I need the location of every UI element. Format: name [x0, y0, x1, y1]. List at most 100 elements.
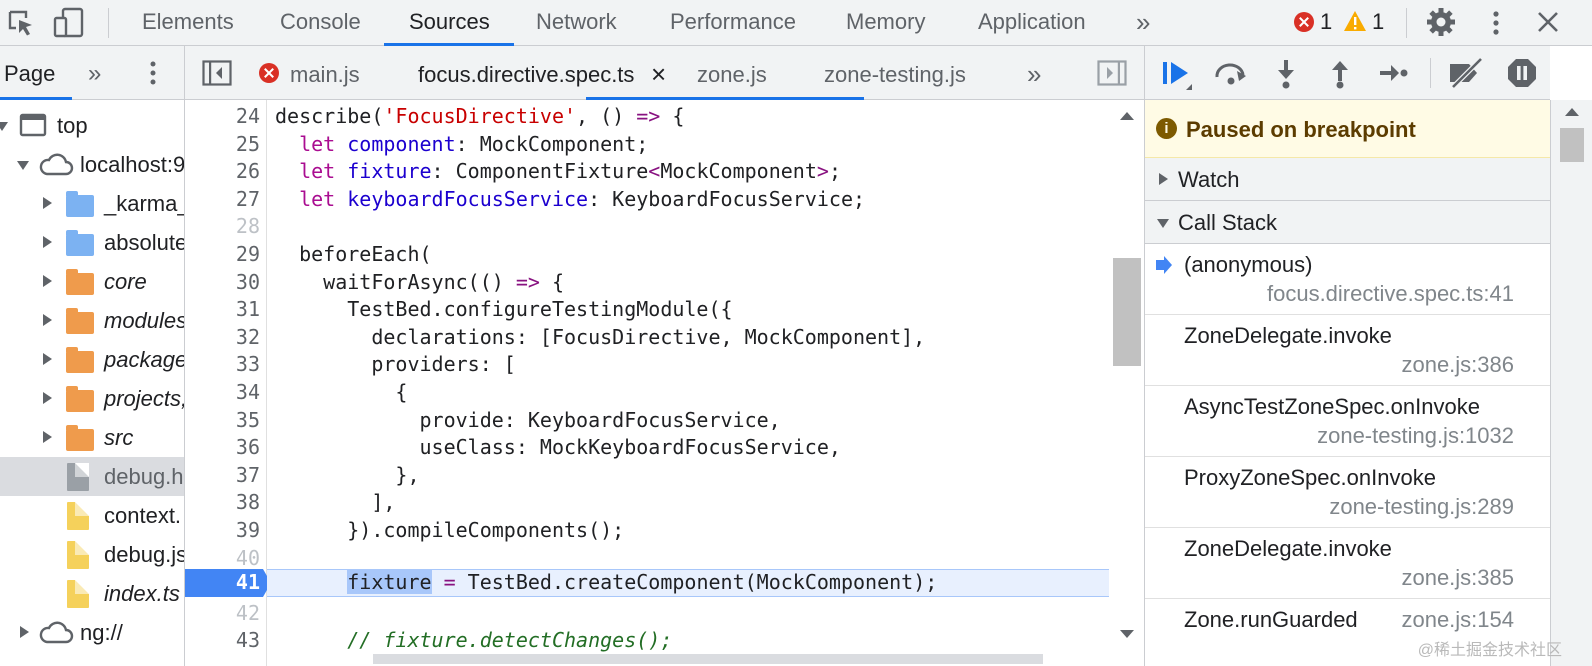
- step-out-icon[interactable]: [1327, 58, 1353, 90]
- warning-count[interactable]: 1: [1372, 0, 1384, 46]
- scroll-up-arrow-icon[interactable]: [1565, 108, 1579, 116]
- tab-memory[interactable]: Memory: [846, 0, 925, 46]
- pause-on-exceptions-icon[interactable]: [1506, 57, 1538, 89]
- code-editor[interactable]: describe('FocusDirective', () => { let c…: [267, 100, 1109, 666]
- tree-item-folder[interactable]: src: [0, 418, 184, 457]
- tab-sources[interactable]: Sources: [409, 0, 490, 46]
- expand-arrow-icon[interactable]: [43, 353, 52, 365]
- editor-tab-main-js[interactable]: main.js: [290, 46, 360, 100]
- collapse-arrow-icon[interactable]: [0, 122, 8, 131]
- tree-item-folder[interactable]: projects,: [0, 379, 184, 418]
- toggle-debugger-icon[interactable]: [1097, 60, 1127, 86]
- collapse-arrow-icon[interactable]: [17, 161, 29, 170]
- call-frame[interactable]: AsyncTestZoneSpec.onInvoke zone-testing.…: [1145, 386, 1550, 457]
- tree-item-top[interactable]: top: [0, 106, 184, 145]
- device-toolbar-icon[interactable]: [52, 6, 86, 40]
- tab-page[interactable]: Page: [4, 46, 55, 100]
- watermark-text: @稀土掘金技术社区: [1417, 642, 1562, 659]
- tree-item-file[interactable]: debug.js: [0, 535, 184, 574]
- scrollbar-thumb[interactable]: [1560, 128, 1584, 162]
- step-into-icon[interactable]: [1273, 58, 1299, 90]
- folder-icon: [66, 230, 94, 256]
- inspect-element-icon[interactable]: [6, 8, 36, 38]
- debugger-toolbar: [1145, 46, 1550, 100]
- editor-tab-zone-js[interactable]: zone.js: [697, 46, 767, 100]
- deactivate-breakpoints-icon[interactable]: [1447, 58, 1485, 88]
- frame-location-link[interactable]: zone.js:386: [1401, 352, 1514, 378]
- tab-network[interactable]: Network: [536, 0, 617, 46]
- file-icon: [67, 463, 89, 491]
- selected-token: fixture: [347, 570, 432, 595]
- tree-item-folder[interactable]: package: [0, 340, 184, 379]
- tree-item-folder[interactable]: core: [0, 262, 184, 301]
- tab-performance[interactable]: Performance: [670, 0, 796, 46]
- tree-item-label: localhost:9: [80, 152, 185, 177]
- frame-location-link[interactable]: zone.js:385: [1401, 565, 1514, 591]
- close-tab-icon[interactable]: ×: [651, 46, 666, 100]
- editor-horizontal-scrollbar-thumb[interactable]: [373, 654, 1043, 664]
- tree-item-file[interactable]: index.ts: [0, 574, 184, 613]
- expand-arrow-icon[interactable]: [20, 626, 29, 638]
- step-icon[interactable]: [1378, 60, 1410, 86]
- error-count[interactable]: 1: [1320, 0, 1332, 46]
- line-number: 26: [235, 159, 260, 184]
- more-panes-chevron-icon[interactable]: »: [88, 46, 101, 100]
- watch-section-header[interactable]: Watch: [1145, 158, 1550, 201]
- call-stack-section-header[interactable]: Call Stack: [1145, 201, 1550, 244]
- expand-arrow-icon[interactable]: [43, 314, 52, 326]
- expand-arrow-icon[interactable]: [43, 431, 52, 443]
- editor-vertical-scrollbar[interactable]: [1109, 100, 1144, 666]
- frame-location-link[interactable]: zone.js:154: [1401, 607, 1514, 633]
- tab-application[interactable]: Application: [978, 0, 1086, 46]
- tree-item-folder[interactable]: absolute: [0, 223, 184, 262]
- tab-console[interactable]: Console: [280, 0, 361, 46]
- call-frame[interactable]: ZoneDelegate.invoke zone.js:386: [1145, 315, 1550, 386]
- expand-arrow-icon[interactable]: [43, 275, 52, 287]
- editor-tab-focus-directive-spec[interactable]: focus.directive.spec.ts: [418, 46, 634, 100]
- navigator-menu-kebab-icon[interactable]: [143, 58, 163, 88]
- tree-item-folder[interactable]: _karma_: [0, 184, 184, 223]
- scroll-down-arrow-icon[interactable]: [1120, 630, 1134, 638]
- folder-icon: [66, 386, 94, 412]
- collapse-arrow-icon[interactable]: [1157, 219, 1169, 228]
- tree-item-file-selected[interactable]: debug.h: [0, 457, 184, 496]
- frame-location-link[interactable]: zone-testing.js:289: [1329, 494, 1514, 520]
- warning-icon[interactable]: [1343, 10, 1367, 32]
- error-icon: [259, 63, 279, 83]
- settings-gear-icon[interactable]: [1426, 7, 1456, 37]
- call-frame[interactable]: ZoneDelegate.invoke zone.js:385: [1145, 528, 1550, 599]
- call-frame[interactable]: ProxyZoneSpec.onInvoke zone-testing.js:2…: [1145, 457, 1550, 528]
- active-tab-indicator: [0, 97, 72, 100]
- toolbar-divider: [1406, 8, 1407, 38]
- expand-arrow-icon[interactable]: [43, 236, 52, 248]
- frame-location-link[interactable]: zone-testing.js:1032: [1317, 423, 1514, 449]
- scrollbar-thumb[interactable]: [1113, 258, 1141, 366]
- step-over-icon[interactable]: [1213, 59, 1249, 89]
- expand-arrow-icon[interactable]: [43, 197, 52, 209]
- more-tabs-chevron-icon[interactable]: »: [1136, 0, 1150, 46]
- tree-item-origin[interactable]: ng://: [0, 613, 184, 652]
- toggle-navigator-icon[interactable]: [202, 60, 232, 86]
- expand-arrow-icon[interactable]: [1159, 173, 1168, 185]
- debugger-vertical-scrollbar[interactable]: [1550, 100, 1592, 666]
- resume-execution-icon[interactable]: [1160, 58, 1194, 92]
- tree-item-localhost[interactable]: localhost:9: [0, 145, 185, 184]
- expand-arrow-icon[interactable]: [43, 392, 52, 404]
- tree-item-folder[interactable]: modules: [0, 301, 184, 340]
- error-icon[interactable]: [1294, 12, 1314, 32]
- call-frame-current[interactable]: (anonymous) focus.directive.spec.ts:41: [1145, 244, 1550, 315]
- more-tabs-chevron-icon[interactable]: »: [1027, 46, 1041, 100]
- scroll-up-arrow-icon[interactable]: [1120, 112, 1134, 120]
- line-number-gutter[interactable]: 24 25 26 27 28 29 30 31 32 33 34 35 36 3…: [185, 100, 271, 666]
- code-line: ],: [275, 490, 396, 515]
- tree-item-file[interactable]: context.: [0, 496, 184, 535]
- close-devtools-icon[interactable]: [1535, 9, 1561, 35]
- folder-icon: [66, 269, 94, 295]
- frame-location-link[interactable]: focus.directive.spec.ts:41: [1267, 281, 1514, 307]
- line-number: 27: [235, 186, 260, 211]
- cloud-icon: [39, 621, 74, 644]
- customize-menu-kebab-icon[interactable]: [1486, 8, 1506, 38]
- editor-tab-zone-testing-js[interactable]: zone-testing.js: [824, 46, 966, 100]
- tab-elements[interactable]: Elements: [142, 0, 234, 46]
- line-number: 30: [235, 269, 260, 294]
